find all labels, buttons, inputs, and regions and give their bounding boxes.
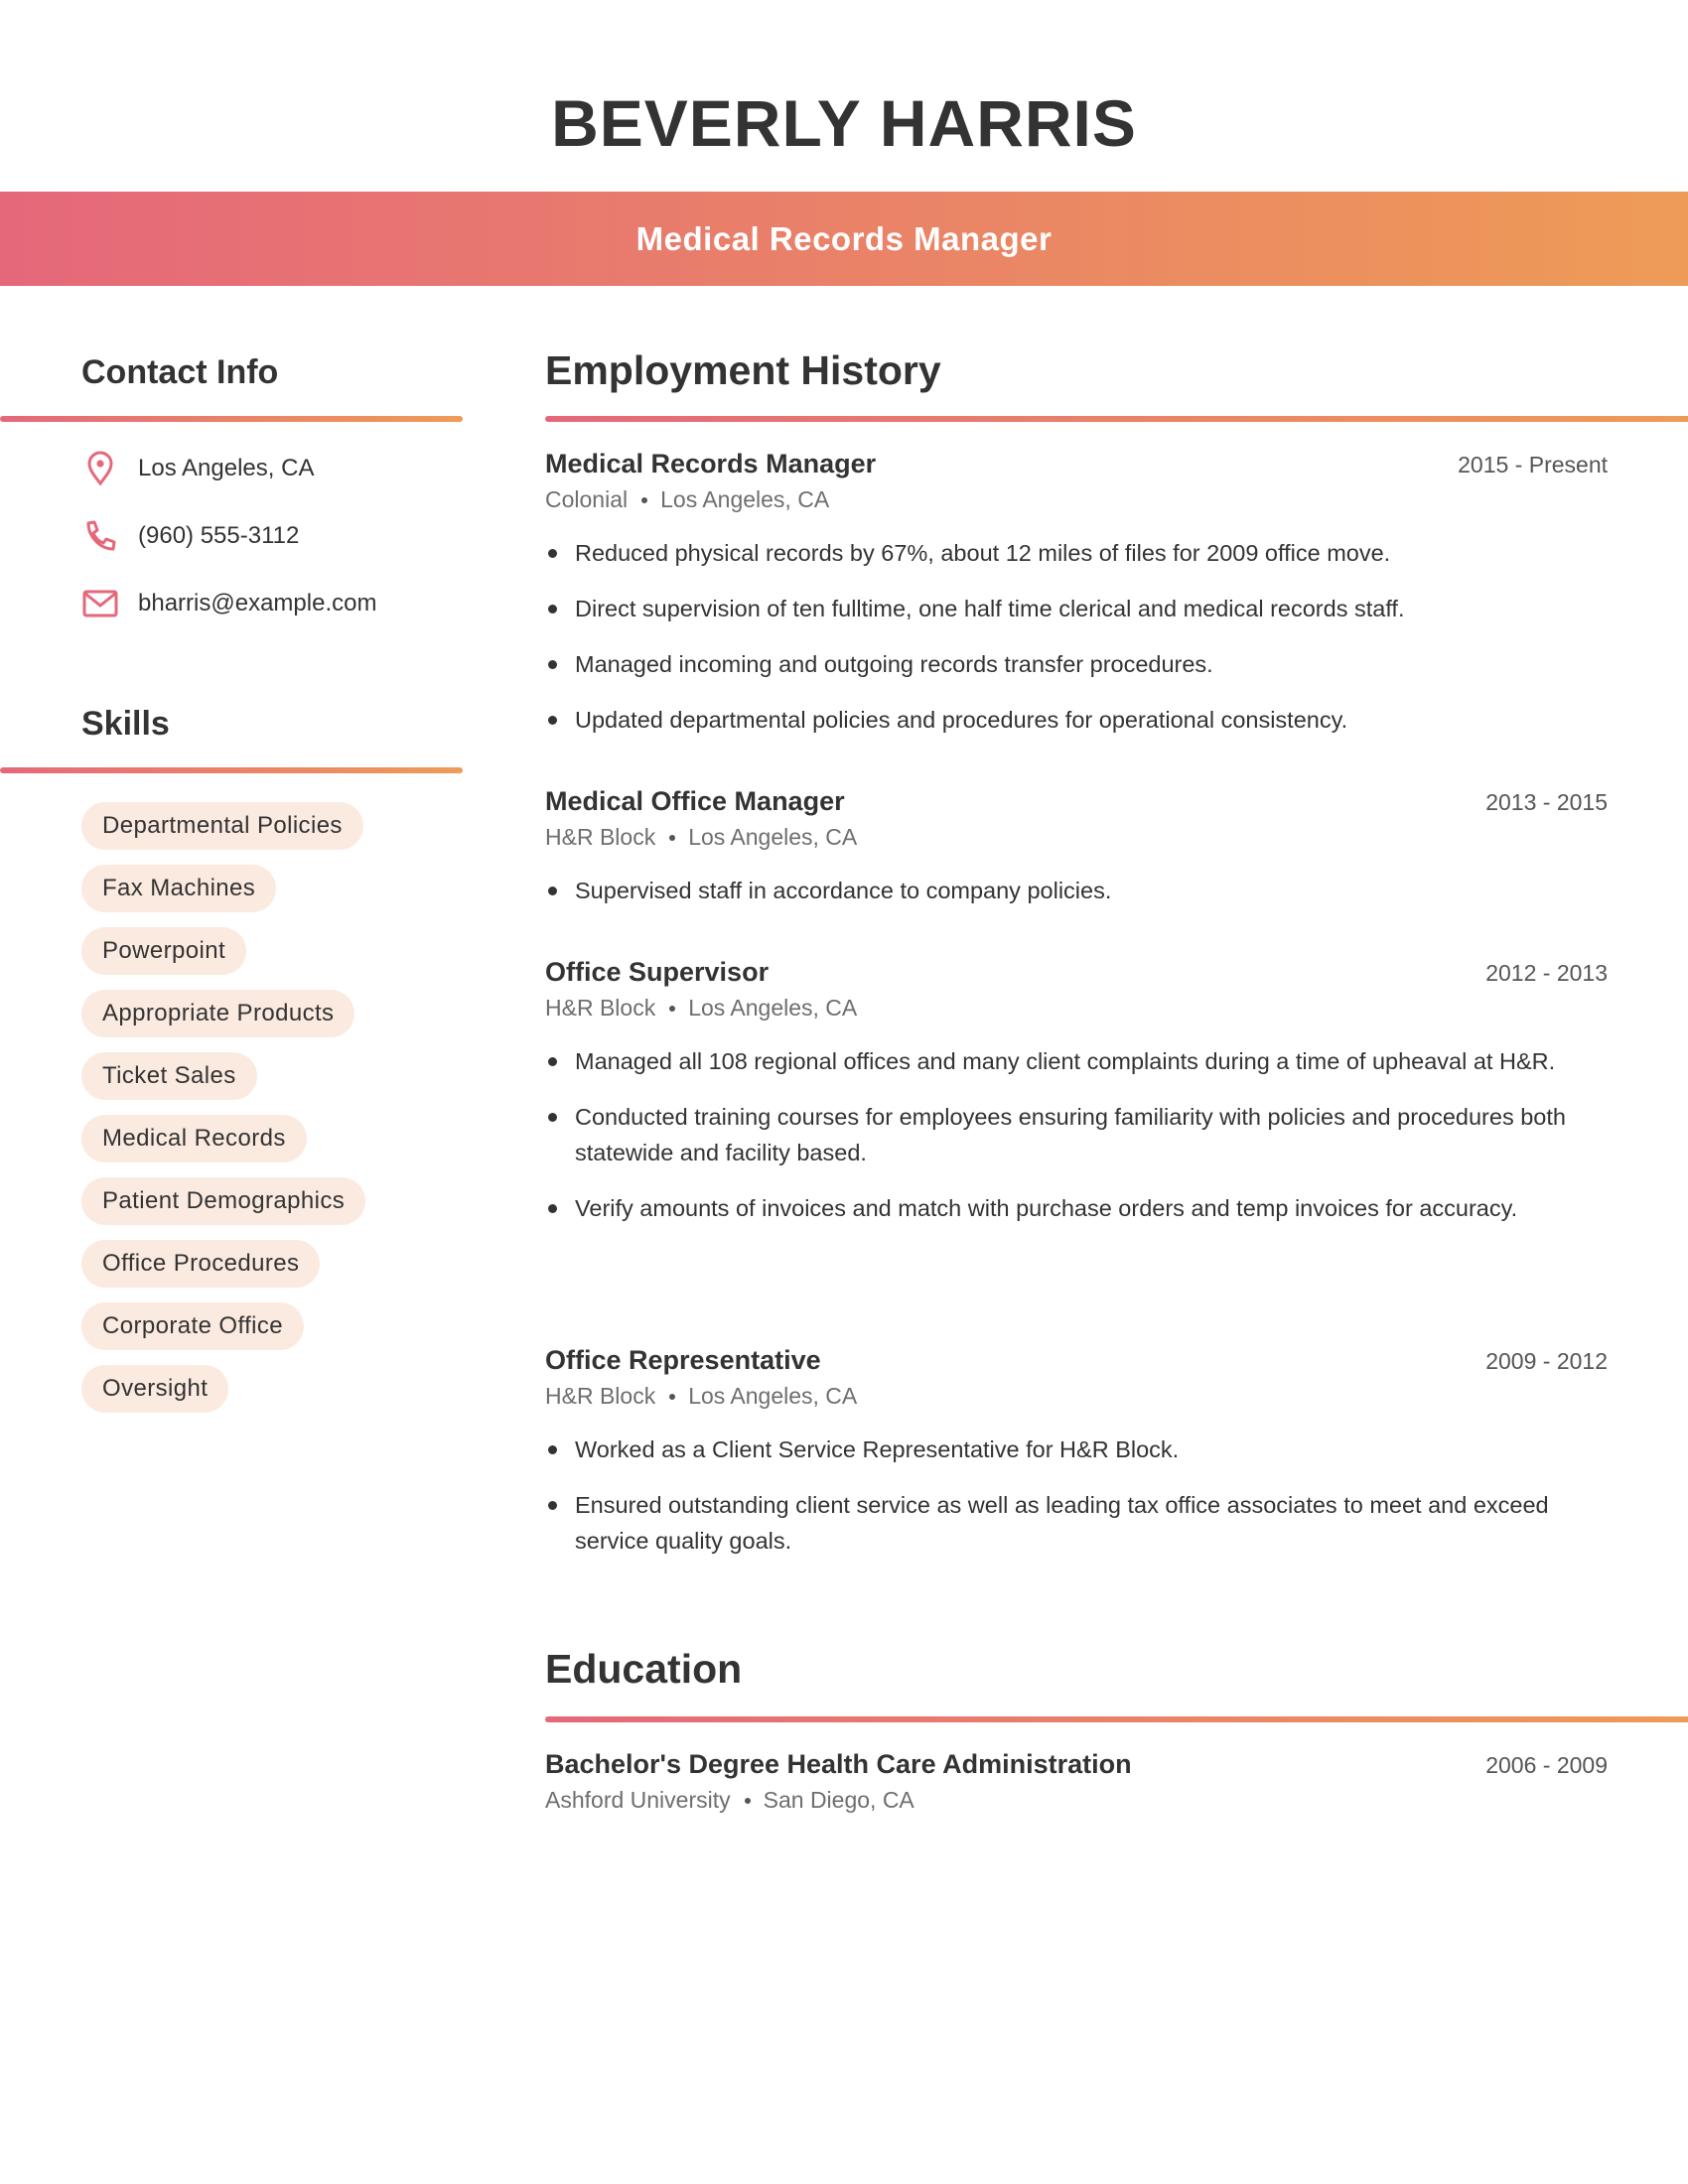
bullet-item: Verify amounts of invoices and match wit… [545,1190,1608,1226]
employment-heading: Employment History [545,347,941,393]
candidate-name: BEVERLY HARRIS [551,86,1137,160]
email-icon [81,585,119,622]
bullet-dot [548,549,557,558]
bullet-item: Managed incoming and outgoing records tr… [545,646,1608,682]
separator-dot [669,1005,676,1012]
bullet-text: Managed incoming and outgoing records tr… [575,651,1213,677]
job-entry: Medical Records Manager 2015 - Present C… [545,449,1608,757]
bullet-item: Reduced physical records by 67%, about 1… [545,535,1608,571]
bullet-dot [548,1057,557,1066]
job-company: H&R Block [545,995,656,1021]
job-title: Office Supervisor [545,957,770,987]
job-company: H&R Block [545,824,656,850]
job-location: Los Angeles, CA [660,486,830,512]
bullet-item: Direct supervision of ten fulltime, one … [545,591,1608,626]
phone-text: (960) 555-3112 [138,522,300,549]
job-bullets: Worked as a Client Service Representativ… [545,1432,1608,1559]
job-bullets: Managed all 108 regional offices and man… [545,1043,1608,1226]
job-title: Medical Records Manager [545,449,877,478]
bullet-item: Worked as a Client Service Representativ… [545,1432,1608,1467]
bullet-dot [548,1501,557,1510]
job-company: Colonial [545,486,629,512]
contact-email: bharris@example.com [81,584,376,623]
job-location: Los Angeles, CA [688,824,858,850]
phone-icon [81,517,119,555]
degree-title: Bachelor's Degree Health Care Administra… [545,1749,1132,1779]
skill-chip: Corporate Office [81,1302,305,1350]
bullet-dot [548,887,557,895]
bullet-item: Conducted training courses for employees… [545,1099,1608,1170]
job-location: Los Angeles, CA [688,995,858,1021]
bullet-dot [548,1445,557,1454]
separator-dot [669,834,676,841]
separator-dot [744,1797,751,1804]
location-text: Los Angeles, CA [138,455,315,481]
job-title: Office Representative [545,1345,821,1375]
bullet-dot [548,605,557,614]
job-location: Los Angeles, CA [688,1383,858,1409]
employment-divider [545,416,1688,422]
bullet-item: Ensured outstanding client service as we… [545,1487,1608,1559]
education-heading: Education [545,1646,743,1692]
skill-chip: Appropriate Products [81,990,355,1037]
skill-chip: Ticket Sales [81,1052,257,1100]
bullet-item: Supervised staff in accordance to compan… [545,873,1608,908]
education-entry: Bachelor's Degree Health Care Administra… [545,1749,1608,1814]
job-dates: 2012 - 2013 [1485,960,1608,986]
job-entry: Office Representative 2009 - 2012 H&R Bl… [545,1345,1608,1578]
skill-chip: Office Procedures [81,1240,321,1288]
separator-dot [669,1393,676,1400]
skill-chip: Patient Demographics [81,1177,366,1225]
job-bullets: Reduced physical records by 67%, about 1… [545,535,1608,738]
contact-phone: (960) 555-3112 [81,516,376,556]
job-title-headline: Medical Records Manager [635,219,1053,257]
job-company: H&R Block [545,1383,656,1409]
bullet-text: Managed all 108 regional offices and man… [575,1048,1556,1074]
title-banner: Medical Records Manager [0,192,1688,286]
job-entry: Office Supervisor 2012 - 2013 H&R Block … [545,957,1608,1246]
job-title: Medical Office Manager [545,786,845,816]
school-location: San Diego, CA [763,1787,914,1813]
separator-dot [641,496,648,503]
bullet-text: Ensured outstanding client service as we… [575,1492,1549,1554]
school-name: Ashford University [545,1787,731,1813]
education-divider [545,1716,1688,1722]
contact-divider [0,416,463,422]
skills-heading: Skills [81,705,170,743]
skill-chip: Medical Records [81,1115,307,1162]
bullet-dot [548,716,557,725]
job-dates: 2015 - Present [1458,452,1608,478]
skills-list: Departmental Policies Fax Machines Power… [81,802,366,1428]
job-bullets: Supervised staff in accordance to compan… [545,873,1608,908]
skill-chip: Powerpoint [81,927,247,975]
bullet-text: Supervised staff in accordance to compan… [575,878,1112,903]
map-pin-icon [81,450,119,487]
bullet-text: Conducted training courses for employees… [575,1104,1566,1165]
bullet-text: Updated departmental policies and proced… [575,707,1348,733]
bullet-dot [548,1113,557,1122]
bullet-item: Updated departmental policies and proced… [545,702,1608,738]
bullet-dot [548,660,557,669]
skills-divider [0,767,463,773]
bullet-text: Worked as a Client Service Representativ… [575,1436,1180,1462]
education-dates: 2006 - 2009 [1485,1752,1608,1778]
skill-chip: Oversight [81,1365,229,1413]
job-dates: 2013 - 2015 [1485,789,1608,815]
bullet-text: Direct supervision of ten fulltime, one … [575,596,1405,621]
email-link[interactable]: bharris@example.com [138,590,376,617]
skill-chip: Fax Machines [81,865,277,912]
contact-location: Los Angeles, CA [81,449,376,488]
job-dates: 2009 - 2012 [1485,1348,1608,1374]
contact-list: Los Angeles, CA (960) 555-3112 bharris@e… [81,449,376,651]
bullet-dot [548,1204,557,1213]
skill-chip: Departmental Policies [81,802,363,850]
job-entry: Medical Office Manager 2013 - 2015 H&R B… [545,786,1608,928]
contact-heading: Contact Info [81,353,279,391]
bullet-text: Verify amounts of invoices and match wit… [575,1195,1518,1221]
bullet-item: Managed all 108 regional offices and man… [545,1043,1608,1079]
bullet-text: Reduced physical records by 67%, about 1… [575,540,1391,566]
